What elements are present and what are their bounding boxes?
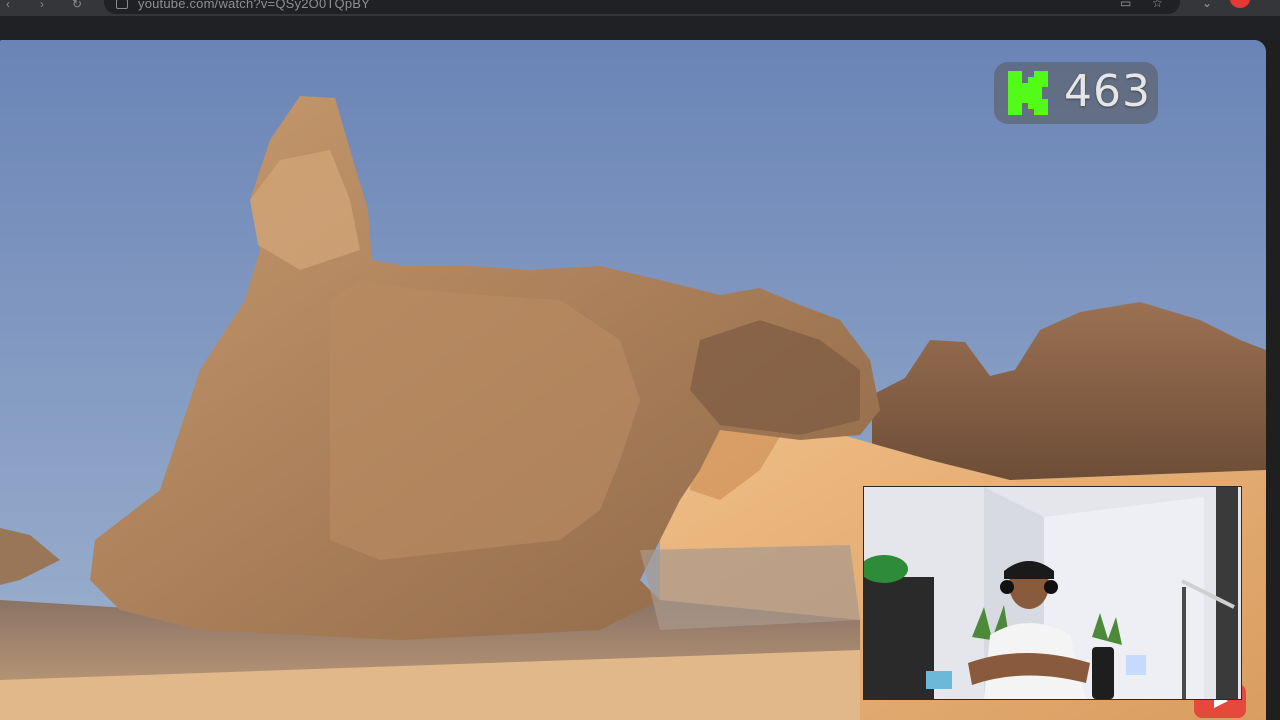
- address-bar[interactable]: youtube.com/watch?v=QSy2O0TQpBY: [104, 0, 1180, 14]
- forward-arrow-icon[interactable]: ›: [40, 0, 44, 10]
- light-glow: [1126, 655, 1146, 675]
- webcam-feed: [864, 487, 1241, 699]
- profile-avatar[interactable]: [1230, 0, 1250, 8]
- site-info-icon[interactable]: [116, 0, 128, 9]
- kick-logo-icon: [1008, 71, 1048, 115]
- address-text[interactable]: youtube.com/watch?v=QSy2O0TQpBY: [138, 0, 370, 11]
- back-arrow-icon[interactable]: ‹: [6, 0, 10, 10]
- headphones-right: [1044, 580, 1058, 594]
- desk-item: [926, 671, 952, 689]
- reload-icon[interactable]: ↻: [72, 0, 82, 10]
- left-equipment: [864, 577, 934, 699]
- window-blinds: [1216, 487, 1238, 699]
- streamer-webcam: [863, 486, 1242, 700]
- bookmark-star-icon[interactable]: ☆: [1152, 0, 1166, 9]
- headphones-left: [1000, 580, 1014, 594]
- chevron-down-icon[interactable]: ⌄: [1202, 0, 1216, 9]
- install-app-icon[interactable]: ▭: [1120, 0, 1134, 9]
- browser-divider: [0, 16, 1280, 40]
- chair: [1092, 647, 1114, 699]
- browser-toolbar: ‹ › ↻ youtube.com/watch?v=QSy2O0TQpBY ▭ …: [0, 0, 1280, 16]
- rubble-field: [640, 545, 860, 630]
- viewer-count-badge: 463: [994, 62, 1158, 124]
- viewer-count: 463: [1064, 66, 1151, 117]
- mic-stand: [1182, 587, 1186, 699]
